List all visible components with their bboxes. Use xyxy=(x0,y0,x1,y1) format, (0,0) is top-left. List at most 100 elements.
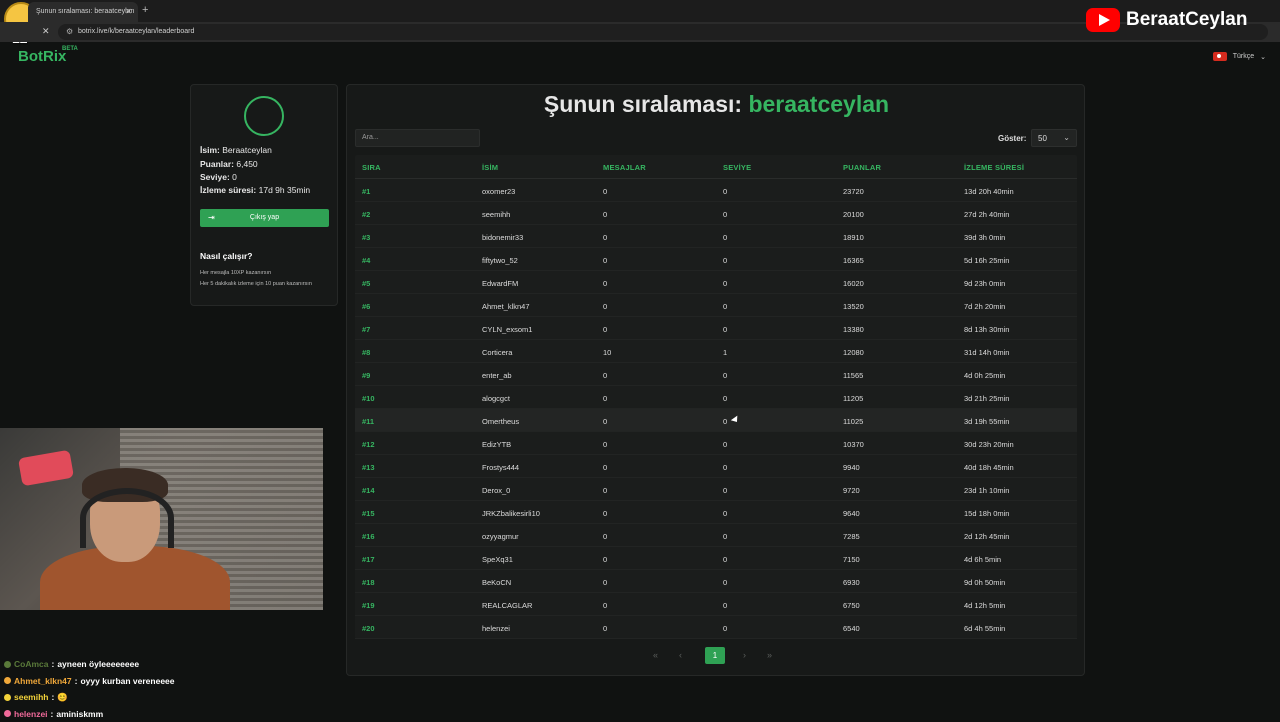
table-row: #12EdizYTB001037030d 23h 20min xyxy=(355,432,1077,455)
name-cell: EdizYTB xyxy=(482,440,511,449)
page-size-select[interactable]: 50 ⌄ xyxy=(1031,129,1077,147)
points-cell: 16365 xyxy=(843,256,864,265)
level-cell: 0 xyxy=(723,371,727,380)
rank-cell: #14 xyxy=(362,486,375,495)
level-cell: 0 xyxy=(723,279,727,288)
column-name-header[interactable]: İSİM xyxy=(482,163,498,172)
channel-name: BeraatCeylan xyxy=(1126,9,1247,31)
show-label: Göster: xyxy=(998,134,1026,143)
first-page-button[interactable]: « xyxy=(653,650,658,660)
next-page-button[interactable]: › xyxy=(743,650,746,660)
column-messages-header[interactable]: MESAJLAR xyxy=(603,163,646,172)
table-row: #10alogcgct00112053d 21h 25min xyxy=(355,386,1077,409)
language-selector[interactable]: Türkçe ⌄ xyxy=(1213,52,1266,61)
level-cell: 0 xyxy=(723,325,727,334)
rank-cell: #20 xyxy=(362,624,375,633)
points-cell: 7150 xyxy=(843,555,860,564)
name-cell: alogcgct xyxy=(482,394,510,403)
messages-cell: 0 xyxy=(603,417,607,426)
level-label: Seviye: xyxy=(200,172,230,182)
logout-label: Çıkış yap xyxy=(250,214,279,221)
browser-tab[interactable]: Şunun sıralaması: beraatceylan ✕ xyxy=(28,2,138,22)
headphone-icon xyxy=(80,488,174,548)
stop-loading-icon[interactable]: ✕ xyxy=(42,26,50,37)
rank-cell: #13 xyxy=(362,463,375,472)
user-watch-row: İzleme süresi: 17d 9h 35min xyxy=(200,185,310,195)
points-cell: 12080 xyxy=(843,348,864,357)
watch-time-cell: 39d 3h 0min xyxy=(964,233,1005,242)
close-tab-icon[interactable]: ✕ xyxy=(125,7,132,16)
level-cell: 0 xyxy=(723,256,727,265)
level-cell: 0 xyxy=(723,555,727,564)
search-input[interactable]: Ara... xyxy=(355,129,480,147)
prev-page-button[interactable]: ‹ xyxy=(679,650,682,660)
botrix-logo[interactable]: BotRix xyxy=(18,48,66,65)
chat-overlay: CoAmca:ayneen öyleeeeeeeeAhmet_klkn47:oy… xyxy=(4,656,175,722)
title-channel: beraatceylan xyxy=(748,91,889,117)
how-it-works-line: Her 5 dakikalık izleme için 10 puan kaza… xyxy=(200,281,312,287)
messages-cell: 0 xyxy=(603,463,607,472)
name-cell: Frostys444 xyxy=(482,463,519,472)
column-level-header[interactable]: SEVİYE xyxy=(723,163,751,172)
rank-cell: #11 xyxy=(362,417,374,426)
watch-time-cell: 15d 18h 0min xyxy=(964,509,1009,518)
user-level-row: Seviye: 0 xyxy=(200,172,237,182)
page-1-button[interactable]: 1 xyxy=(705,647,725,664)
name-cell: JRKZbalikesirli10 xyxy=(482,509,540,518)
points-cell: 7285 xyxy=(843,532,860,541)
messages-cell: 0 xyxy=(603,325,607,334)
name-cell: BeKoCN xyxy=(482,578,511,587)
points-cell: 10370 xyxy=(843,440,864,449)
points-cell: 13520 xyxy=(843,302,864,311)
how-it-works-title: Nasıl çalışır? xyxy=(200,251,252,261)
rank-cell: #4 xyxy=(362,256,370,265)
watch-label: İzleme süresi: xyxy=(200,185,256,195)
column-points-header[interactable]: PUANLAR xyxy=(843,163,881,172)
table-header: SIRA İSİM MESAJLAR SEVİYE PUANLAR İZLEME SÜRE… xyxy=(355,155,1077,179)
chat-username: seemihh xyxy=(14,692,49,702)
level-value: 0 xyxy=(232,172,237,182)
rank-cell: #2 xyxy=(362,210,370,219)
name-cell: REALCAGLAR xyxy=(482,601,532,610)
watch-time-cell: 40d 18h 45min xyxy=(964,463,1014,472)
points-cell: 6540 xyxy=(843,624,860,633)
name-cell: EdwardFM xyxy=(482,279,518,288)
watch-time-cell: 4d 6h 5min xyxy=(964,555,1001,564)
logout-button[interactable]: ⇥ Çıkış yap xyxy=(200,209,329,227)
watch-time-cell: 3d 21h 25min xyxy=(964,394,1009,403)
watch-time-cell: 13d 20h 40min xyxy=(964,187,1014,196)
rank-cell: #9 xyxy=(362,371,370,380)
messages-cell: 0 xyxy=(603,233,607,242)
page-title: Şunun sıralaması: beraatceylan xyxy=(347,91,1086,118)
site-info-icon[interactable]: ⚙ xyxy=(66,27,73,36)
name-cell: fiftytwo_52 xyxy=(482,256,518,265)
points-cell: 9720 xyxy=(843,486,860,495)
table-row: #15JRKZbalikesirli1000964015d 18h 0min xyxy=(355,501,1077,524)
beta-badge: BETA xyxy=(62,46,78,52)
chat-username: CoAmca xyxy=(14,659,48,669)
table-row: #14Derox_000972023d 1h 10min xyxy=(355,478,1077,501)
new-tab-icon[interactable]: + xyxy=(142,4,148,16)
user-points-row: Puanlar: 6,450 xyxy=(200,159,258,169)
watch-time-cell: 31d 14h 0min xyxy=(964,348,1009,357)
webcam-overlay xyxy=(0,428,323,610)
name-cell: helenzei xyxy=(482,624,510,633)
column-rank-header[interactable]: SIRA xyxy=(362,163,381,172)
chevron-down-icon: ⌄ xyxy=(1260,53,1266,61)
last-page-button[interactable]: » xyxy=(767,650,772,660)
rank-cell: #6 xyxy=(362,302,370,311)
watch-time-cell: 3d 19h 55min xyxy=(964,417,1009,426)
rank-cell: #17 xyxy=(362,555,375,564)
title-prefix: Şunun sıralaması: xyxy=(544,91,742,117)
level-cell: 0 xyxy=(723,578,727,587)
level-cell: 0 xyxy=(723,210,727,219)
points-cell: 9940 xyxy=(843,463,860,472)
table-row: #19REALCAGLAR0067504d 12h 5min xyxy=(355,593,1077,616)
name-value: Beraatceylan xyxy=(222,145,272,155)
column-watch-time-header[interactable]: İZLEME SÜRESİ xyxy=(964,163,1024,172)
level-cell: 0 xyxy=(723,417,727,426)
table-row: #5EdwardFM00160209d 23h 0min xyxy=(355,271,1077,294)
chat-separator: : xyxy=(51,659,54,669)
chat-message: Ahmet_klkn47:oyyy kurban vereneeee xyxy=(4,673,175,690)
chat-username: Ahmet_klkn47 xyxy=(14,676,72,686)
